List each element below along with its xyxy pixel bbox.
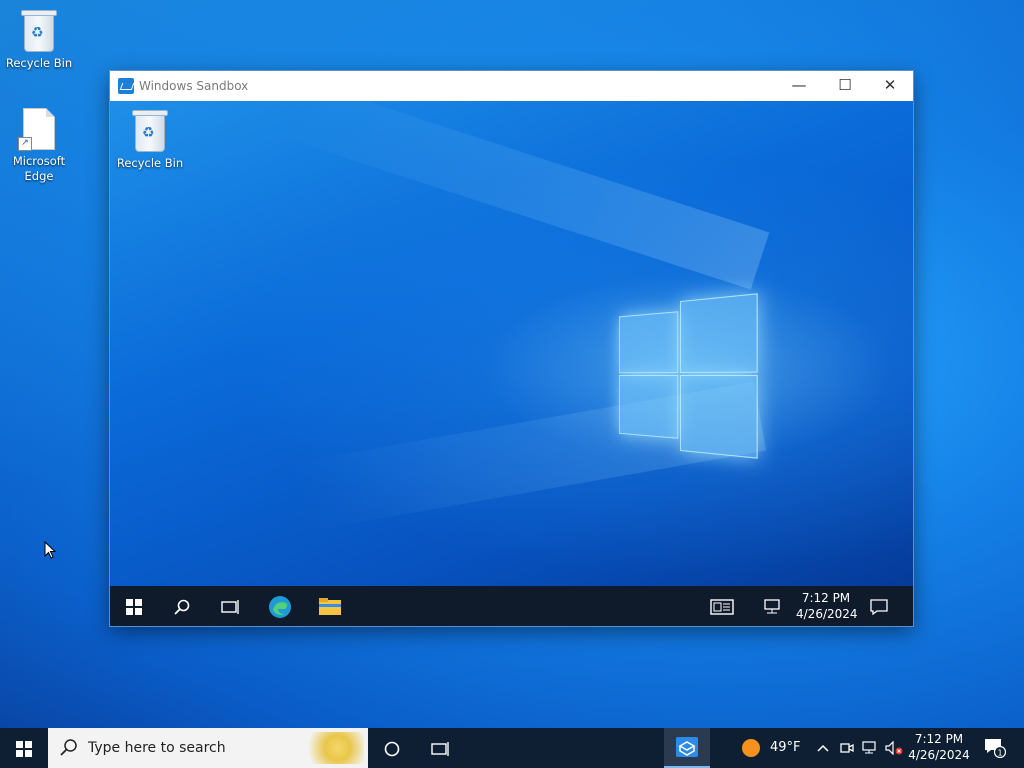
search-icon	[60, 739, 77, 756]
show-hidden-icons-button[interactable]	[814, 728, 832, 768]
sandbox-window[interactable]: Windows Sandbox — ☐ ✕ ♻ Recycle Bin 7:12…	[110, 71, 913, 626]
search-icon	[174, 599, 190, 615]
edge-taskbar-button[interactable]	[256, 586, 304, 626]
window-titlebar[interactable]: Windows Sandbox — ☐ ✕	[110, 71, 913, 101]
maximize-button[interactable]: ☐	[822, 71, 868, 101]
sandbox-desktop-icon-recycle-bin[interactable]: ♻ Recycle Bin	[115, 110, 185, 171]
search-placeholder: Type here to search	[88, 740, 226, 756]
sandbox-icon	[676, 737, 698, 757]
host-taskbar: Type here to search 49°F 7:12 PM 4/26/20…	[0, 728, 1024, 768]
windows-icon	[126, 598, 142, 615]
sandbox-desktop[interactable]: ♻ Recycle Bin	[110, 101, 913, 586]
weather-widget[interactable]: 49°F	[742, 728, 801, 768]
start-button[interactable]	[110, 586, 158, 626]
task-view-icon	[431, 741, 449, 756]
search-box[interactable]: Type here to search	[48, 728, 368, 768]
task-view-icon	[221, 599, 239, 614]
clock-date: 4/26/2024	[908, 748, 970, 762]
network-button[interactable]	[861, 728, 879, 768]
notification-icon	[870, 598, 888, 615]
recycle-bin-icon: ♻	[21, 10, 57, 52]
recycle-bin-icon: ♻	[132, 110, 168, 152]
desktop-icon-label: Microsoft Edge	[12, 154, 66, 183]
edge-shortcut-icon: ↗	[18, 108, 55, 151]
desktop-icon-recycle-bin[interactable]: ♻ Recycle Bin	[4, 10, 74, 71]
cortana-button[interactable]	[368, 728, 416, 768]
folder-icon	[319, 597, 341, 615]
desktop-icon-label: Recycle Bin	[5, 56, 73, 70]
sandbox-clock[interactable]: 7:12 PM 4/26/2024	[796, 590, 858, 622]
wallpaper-light-beam	[275, 101, 770, 290]
weather-temp: 49°F	[770, 740, 801, 755]
chevron-up-icon	[817, 744, 829, 752]
task-view-button[interactable]	[416, 728, 464, 768]
news-icon	[710, 598, 734, 615]
start-button[interactable]	[0, 728, 48, 768]
search-highlight-image[interactable]	[298, 732, 364, 764]
notification-badge: 1	[997, 748, 1002, 757]
news-widget-button[interactable]	[698, 586, 746, 626]
meet-now-button[interactable]	[838, 728, 856, 768]
task-view-button[interactable]	[206, 586, 254, 626]
sandbox-taskbar: 7:12 PM 4/26/2024	[110, 586, 913, 626]
clock-date: 4/26/2024	[796, 607, 858, 621]
minimize-button[interactable]: —	[776, 71, 822, 101]
network-button[interactable]	[758, 586, 788, 626]
windows-logo-wallpaper	[618, 293, 758, 459]
action-center-button[interactable]: 1	[980, 728, 1010, 768]
search-button[interactable]	[158, 586, 206, 626]
window-title: Windows Sandbox	[139, 79, 249, 93]
sandbox-app-icon	[118, 78, 134, 94]
system-clock[interactable]: 7:12 PM 4/26/2024	[906, 731, 972, 763]
action-center-button[interactable]	[855, 586, 903, 626]
volume-muted-icon	[885, 740, 903, 755]
close-button[interactable]: ✕	[867, 71, 913, 101]
volume-button[interactable]	[884, 728, 904, 768]
network-icon	[764, 598, 780, 613]
network-icon	[862, 740, 876, 753]
sun-icon	[742, 738, 760, 757]
windows-icon	[16, 740, 32, 757]
file-explorer-button[interactable]	[306, 586, 354, 626]
clock-time: 7:12 PM	[801, 591, 851, 605]
desktop-icon-label: Recycle Bin	[116, 156, 184, 170]
mouse-cursor-icon	[44, 541, 56, 559]
camera-icon	[840, 742, 854, 753]
clock-time: 7:12 PM	[914, 732, 964, 746]
notification-icon: 1	[985, 738, 1007, 758]
desktop-icon-microsoft-edge[interactable]: ↗ Microsoft Edge	[4, 108, 74, 184]
sandbox-taskbar-button[interactable]	[664, 728, 710, 768]
cortana-icon	[384, 741, 400, 756]
edge-icon	[269, 595, 291, 618]
